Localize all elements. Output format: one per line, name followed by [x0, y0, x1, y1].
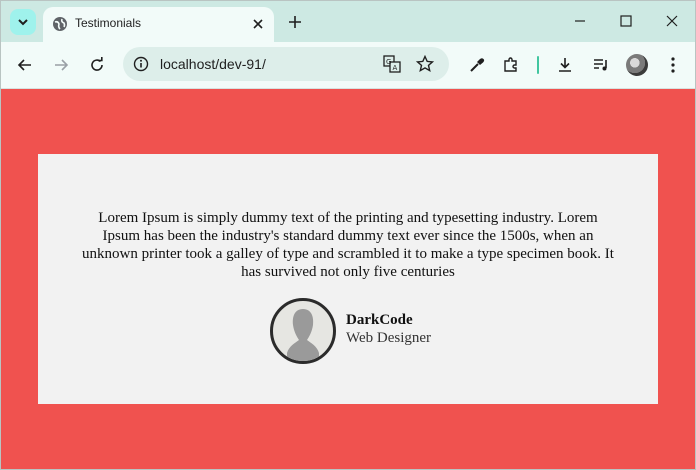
page-content: Lorem Ipsum is simply dummy text of the …	[1, 89, 695, 469]
author-name: DarkCode	[346, 312, 413, 328]
profile-avatar[interactable]	[626, 54, 648, 76]
extensions-button[interactable]	[500, 54, 522, 76]
minimize-icon[interactable]	[572, 13, 588, 29]
tab-search-icon	[18, 19, 28, 26]
author-photo	[270, 298, 336, 364]
svg-text:A: A	[393, 64, 398, 72]
maximize-icon[interactable]	[618, 13, 634, 29]
eyedropper-button[interactable]	[466, 54, 488, 76]
download-icon	[559, 58, 571, 72]
browser-toolbar: localhost/dev-91/ GA	[1, 42, 695, 89]
reload-button[interactable]	[86, 54, 108, 76]
tab-testimonials[interactable]: Testimonials	[43, 7, 274, 42]
extensions-icon	[504, 57, 517, 72]
media-controls-icon	[594, 59, 607, 71]
address-bar[interactable]: localhost/dev-91/ GA	[123, 47, 449, 81]
testimonial-card: Lorem Ipsum is simply dummy text of the …	[38, 154, 658, 404]
browser-window: Testimonials localhost/dev-91/ GA Lorem …	[0, 0, 696, 470]
url-text: localhost/dev-91/	[160, 56, 266, 72]
testimonial-quote: Lorem Ipsum is simply dummy text of the …	[82, 210, 614, 280]
site-info-icon[interactable]	[133, 56, 149, 72]
author-role: Web Designer	[346, 330, 432, 346]
toolbar-separator	[537, 56, 539, 74]
eyedropper-icon	[470, 58, 485, 72]
globe-icon	[53, 17, 67, 31]
close-icon[interactable]	[250, 16, 266, 32]
tab-bar: Testimonials	[1, 1, 695, 42]
menu-dots-icon	[671, 57, 675, 73]
plus-icon[interactable]	[285, 12, 305, 32]
back-button[interactable]	[14, 54, 36, 76]
forward-button[interactable]	[50, 54, 72, 76]
reload-icon	[91, 57, 103, 71]
star-icon[interactable]	[416, 55, 434, 73]
tab-search-button[interactable]	[10, 9, 36, 35]
media-controls-button[interactable]	[590, 54, 612, 76]
back-arrow-icon	[17, 59, 31, 71]
close-window-icon[interactable]	[664, 13, 680, 29]
download-button[interactable]	[554, 54, 576, 76]
translate-icon[interactable]: GA	[383, 55, 401, 73]
person-silhouette-icon	[287, 309, 319, 361]
svg-text:G: G	[386, 58, 391, 66]
menu-button[interactable]	[662, 54, 684, 76]
tab-title: Testimonials	[75, 16, 142, 30]
forward-arrow-icon	[55, 59, 69, 71]
